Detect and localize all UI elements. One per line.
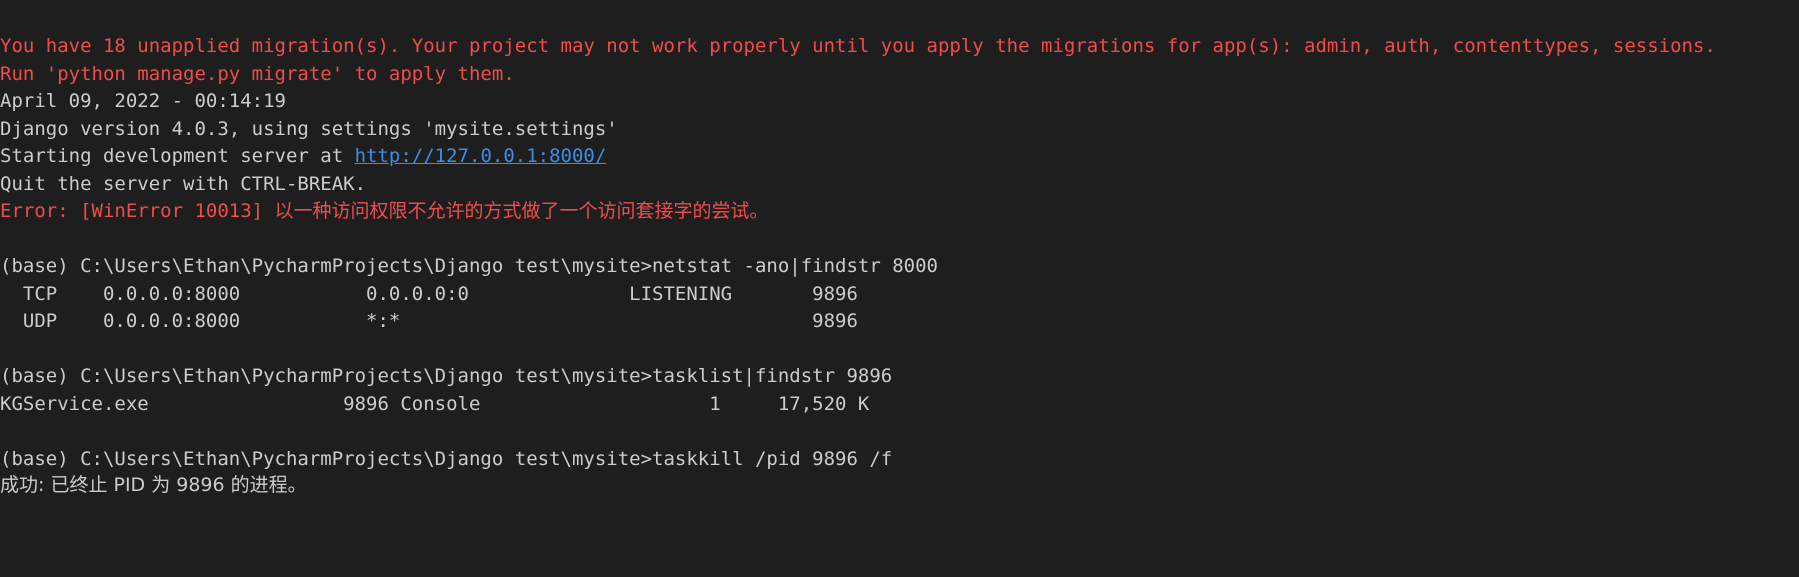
netstat-udp-row: UDP 0.0.0.0:8000 *:* 9896 [0,310,858,332]
migration-warning-line: You have 18 unapplied migration(s). Your… [0,35,1716,57]
prompt-tasklist-line: (base) C:\Users\Ethan\PycharmProjects\Dj… [0,365,893,387]
taskkill-result-line: 成功: 已终止 PID 为 9896 的进程。 [0,474,307,496]
tasklist-row: KGService.exe 9896 Console 1 17,520 K [0,393,870,415]
error-message: 以一种访问权限不允许的方式做了一个访问套接字的尝试。 [274,200,769,222]
server-start-text: Starting development server at [0,145,355,167]
date-line: April 09, 2022 - 00:14:19 [0,90,286,112]
terminal-output: You have 18 unapplied migration(s). Your… [0,0,1799,577]
prompt-netstat-line: (base) C:\Users\Ethan\PycharmProjects\Dj… [0,255,938,277]
error-line: Error: [WinError 10013] 以一种访问权限不允许的方式做了一… [0,196,769,227]
server-start-line: Starting development server at http://12… [0,141,606,172]
server-url-link[interactable]: http://127.0.0.1:8000/ [355,145,607,167]
error-code: Error: [WinError 10013] [0,200,275,222]
